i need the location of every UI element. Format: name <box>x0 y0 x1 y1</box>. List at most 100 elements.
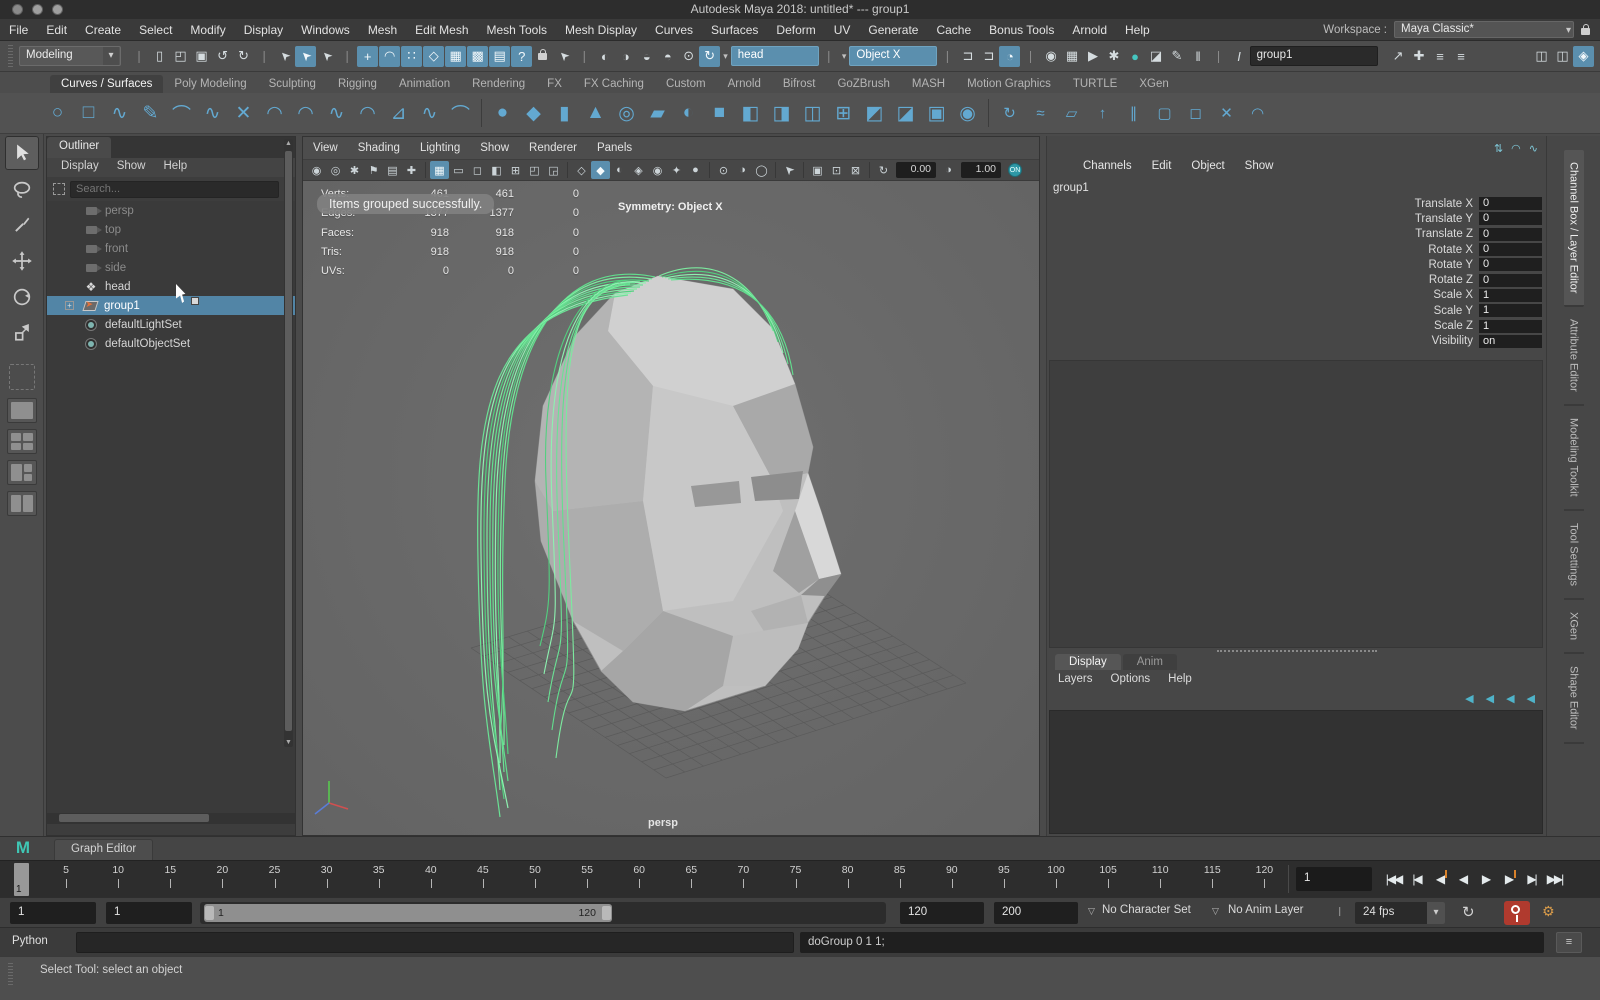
display-toggle-icon[interactable]: ✚ <box>1409 46 1430 67</box>
animation-start-field[interactable]: 1 <box>10 902 96 924</box>
layout-single-pane-button[interactable] <box>6 398 37 423</box>
shelf-curve-icon[interactable]: ✕ <box>228 98 259 129</box>
panel-toggle-icon[interactable]: ◫ <box>1531 46 1552 67</box>
separator[interactable]: ❘ <box>824 49 834 63</box>
separator[interactable]: ❘ <box>942 49 952 63</box>
menu-item[interactable]: Cache <box>927 19 980 41</box>
channel-box-object-name[interactable]: group1 <box>1053 182 1089 194</box>
outliner-item[interactable]: front <box>47 239 295 258</box>
separator[interactable]: ❘ <box>259 49 269 63</box>
playback-button[interactable]: ▶| <box>1520 865 1543 893</box>
shelf-surface-icon[interactable]: ↻ <box>994 98 1025 129</box>
shelf-primitive-icon[interactable]: ◩ <box>859 98 890 129</box>
playback-button[interactable]: ▶ <box>1497 865 1520 893</box>
snap-icon[interactable]: ▦ <box>445 45 467 67</box>
shelf-curve-icon[interactable]: ◠ <box>290 98 321 129</box>
viewport-icon[interactable]: ⚑ <box>364 161 383 179</box>
viewport-icon[interactable]: ▦ <box>430 161 449 179</box>
shelf-primitive-icon[interactable]: ▰ <box>642 98 673 129</box>
file-icon[interactable]: ↻ <box>233 46 254 67</box>
shelf-tab[interactable]: Custom <box>655 75 717 93</box>
menu-item[interactable]: Select <box>130 19 181 41</box>
viewport-icon[interactable]: ◰ <box>525 161 544 179</box>
selection-filter-icon[interactable] <box>53 183 65 195</box>
menu-item[interactable]: Mesh Display <box>556 19 646 41</box>
render-icon[interactable]: ● <box>1125 46 1146 67</box>
menu-item[interactable]: Edit Mesh <box>406 19 477 41</box>
sidebar-tab[interactable]: Channel Box / Layer Editor <box>1563 150 1584 308</box>
rotate-tool[interactable] <box>5 280 39 314</box>
shelf-tab[interactable]: Motion Graphics <box>956 75 1062 93</box>
shelf-curve-icon[interactable]: ✎ <box>135 98 166 129</box>
viewport-icon[interactable]: ✦ <box>667 161 686 179</box>
separator[interactable]: ❘ <box>134 49 144 63</box>
viewport-icon[interactable]: ✱ <box>345 161 364 179</box>
outliner-item[interactable]: top <box>47 220 295 239</box>
playback-loop-icon[interactable]: ↻ <box>1462 903 1475 921</box>
shelf-curve-icon[interactable]: ○ <box>42 98 73 129</box>
panel-toggle-icon[interactable]: ◫ <box>1552 46 1573 67</box>
snap-icon[interactable]: ? <box>511 45 533 67</box>
file-icon[interactable]: ↺ <box>212 46 233 67</box>
selection-mode-icon[interactable]: ➤ <box>274 46 295 67</box>
move-tool[interactable] <box>5 244 39 278</box>
range-end-handle[interactable] <box>602 906 611 920</box>
shelf-tab[interactable]: Rendering <box>461 75 536 93</box>
viewport-icon[interactable]: ▣ <box>808 161 827 179</box>
render-icon[interactable]: ▶ <box>1083 46 1104 67</box>
shelf-surface-icon[interactable]: ∥ <box>1118 98 1149 129</box>
shelf-tab[interactable]: Curves / Surfaces <box>50 75 164 93</box>
channel-value-field[interactable]: 0 <box>1479 273 1542 287</box>
selection-input[interactable]: head <box>730 46 819 66</box>
selection-mode-icon[interactable]: ➤ <box>295 45 317 67</box>
paint-select-tool[interactable] <box>5 208 39 242</box>
expand-icon[interactable]: + <box>65 301 74 310</box>
channel-value-field[interactable]: 0 <box>1479 258 1542 272</box>
shelf-tab[interactable]: XGen <box>1128 75 1179 93</box>
outliner-horizontal-scrollbar[interactable] <box>47 813 295 824</box>
character-set-dropdown[interactable]: No Character Set <box>1102 904 1191 916</box>
shelf-surface-icon[interactable]: ▱ <box>1056 98 1087 129</box>
chevron-down-icon[interactable]: ▽ <box>1088 906 1095 917</box>
layout-two-pane-button[interactable] <box>6 491 37 516</box>
viewport-canvas[interactable]: Verts:4614610 Edges:137713770 Faces:9189… <box>303 181 1039 835</box>
edit-pivot-icon[interactable]: ⊐ <box>978 46 999 67</box>
shelf-primitive-icon[interactable]: ▲ <box>580 98 611 129</box>
outliner-menu-item[interactable]: Help <box>156 158 196 177</box>
outliner-item[interactable]: ❖ head <box>47 277 295 296</box>
outliner-menu-item[interactable]: Display <box>53 158 107 177</box>
menu-item[interactable]: Generate <box>859 19 927 41</box>
shelf-tab[interactable]: Arnold <box>717 75 772 93</box>
layout-three-pane-button[interactable] <box>6 460 37 485</box>
shelf-tab[interactable]: FX <box>536 75 573 93</box>
file-icon[interactable]: ▣ <box>191 46 212 67</box>
shelf-primitive-icon[interactable]: ◆ <box>518 98 549 129</box>
show-manipulator-icon[interactable]: ⊐ <box>957 46 978 67</box>
lasso-tool[interactable] <box>5 172 39 206</box>
channel-row[interactable]: Visibility on <box>1047 334 1543 349</box>
sidebar-tab[interactable]: Shape Editor <box>1563 654 1584 744</box>
panel-splitter[interactable] <box>1217 650 1377 652</box>
viewport-menu-item[interactable]: Panels <box>587 142 642 154</box>
viewport-icon[interactable]: ◧ <box>487 161 506 179</box>
color-management-toggle[interactable]: ON <box>1008 163 1022 177</box>
viewport-menu-item[interactable]: Shading <box>348 142 410 154</box>
viewport-icon[interactable]: ⊙ <box>714 161 733 179</box>
channel-row[interactable]: Rotate X 0 <box>1047 242 1543 257</box>
range-start-handle[interactable] <box>205 906 214 920</box>
channel-row[interactable]: Rotate Y 0 <box>1047 257 1543 272</box>
shelf-primitive-icon[interactable]: ◫ <box>797 98 828 129</box>
snap-icon[interactable]: + <box>357 45 379 67</box>
menu-item[interactable]: Create <box>76 19 130 41</box>
shelf-tab[interactable]: Sculpting <box>258 75 327 93</box>
search-input[interactable] <box>70 180 279 198</box>
outliner-item[interactable]: persp <box>47 201 295 220</box>
display-toggle-icon[interactable]: ≡ <box>1430 46 1451 67</box>
render-icon[interactable]: ✱ <box>1104 46 1125 67</box>
separator[interactable]: ❘ <box>1025 49 1035 63</box>
shelf-primitive-icon[interactable]: ◎ <box>611 98 642 129</box>
layer-editor-menu-item[interactable]: Options <box>1102 673 1160 685</box>
channel-box-icon[interactable]: ◠ <box>1511 142 1521 155</box>
menu-item[interactable]: Arnold <box>1063 19 1116 41</box>
viewport-icon[interactable]: ◆ <box>591 161 610 179</box>
